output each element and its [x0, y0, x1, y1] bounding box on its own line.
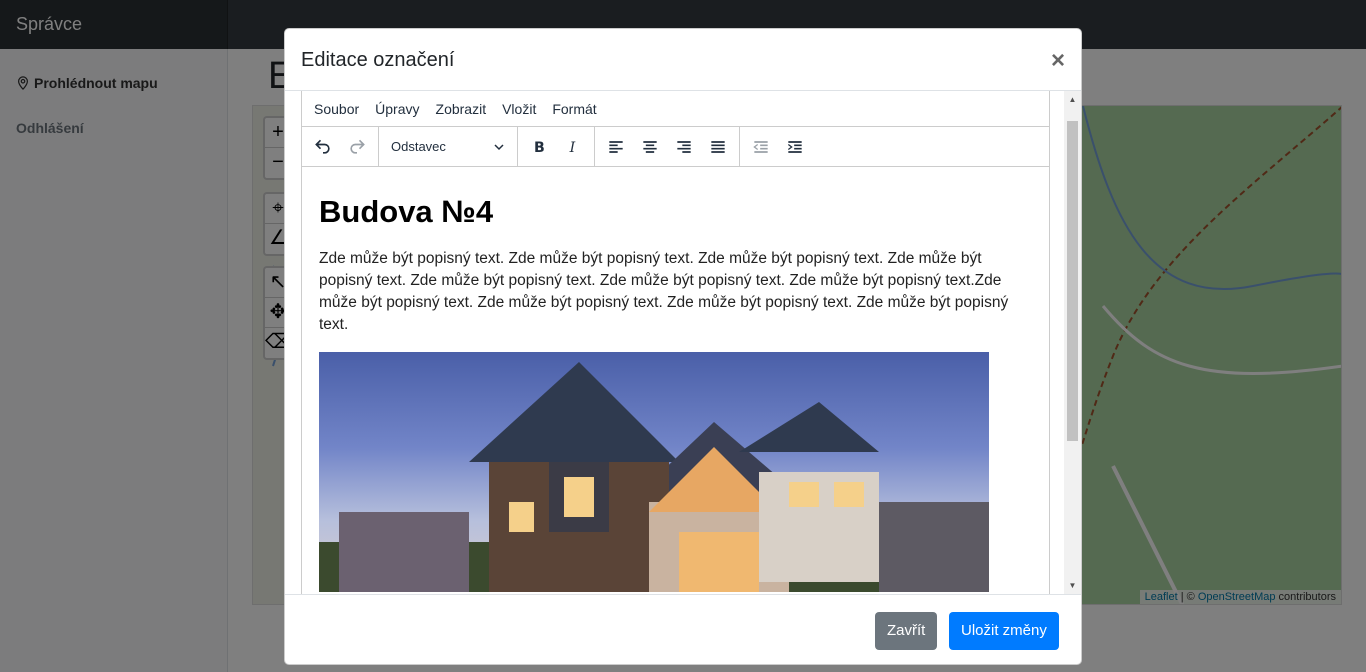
modal-title: Editace označení [301, 49, 455, 71]
redo-icon[interactable] [340, 130, 374, 164]
menu-file[interactable]: Soubor [306, 101, 367, 117]
save-button[interactable]: Uložit změny [949, 612, 1059, 650]
undo-icon[interactable] [306, 130, 340, 164]
align-center-icon[interactable] [633, 130, 667, 164]
rich-text-editor: Soubor Úpravy Zobrazit Vložit Formát Ods… [301, 91, 1050, 594]
menu-format[interactable]: Formát [544, 101, 604, 117]
scroll-down-icon[interactable]: ▼ [1064, 577, 1081, 594]
close-icon[interactable]: × [1051, 47, 1065, 75]
scroll-up-icon[interactable]: ▲ [1064, 91, 1081, 108]
align-left-icon[interactable] [599, 130, 633, 164]
modal-scrollbar[interactable]: ▲ ▼ [1064, 91, 1081, 594]
block-format-value: Odstavec [391, 139, 446, 154]
close-button[interactable]: Zavřít [875, 612, 938, 650]
modal-footer: Zavřít Uložit změny [285, 594, 1081, 664]
chevron-down-icon [494, 143, 504, 150]
align-right-icon[interactable] [667, 130, 701, 164]
house-image[interactable] [319, 352, 989, 592]
modal-header: Editace označení × [285, 29, 1081, 91]
edit-marker-modal: Editace označení × Soubor Úpravy Zobrazi… [284, 28, 1082, 665]
bold-icon[interactable]: B [522, 130, 556, 164]
block-format-select[interactable]: Odstavec [383, 130, 513, 164]
svg-text:I: I [569, 140, 576, 156]
menu-insert[interactable]: Vložit [494, 101, 544, 117]
content-heading: Budova №4 [319, 194, 494, 229]
align-group [595, 126, 740, 167]
house-illustration [319, 362, 989, 592]
indent-icon[interactable] [778, 130, 812, 164]
editor-menubar: Soubor Úpravy Zobrazit Vložit Formát [302, 91, 1049, 127]
align-justify-icon[interactable] [701, 130, 735, 164]
italic-icon[interactable]: I [556, 130, 590, 164]
editor-content[interactable]: Budova №4 Zde může být popisný text. Zde… [302, 167, 1049, 594]
content-paragraph: Zde může být popisný text. Zde může být … [319, 250, 1009, 333]
format-group: Odstavec [379, 126, 518, 167]
indent-group [740, 127, 816, 167]
editor-toolbar: Odstavec B I [302, 126, 1049, 167]
menu-edit[interactable]: Úpravy [367, 101, 427, 117]
history-group [302, 126, 379, 167]
modal-body: Soubor Úpravy Zobrazit Vložit Formát Ods… [285, 91, 1081, 594]
style-group: B I [518, 126, 595, 167]
scroll-thumb[interactable] [1067, 121, 1078, 441]
svg-text:B: B [534, 140, 545, 156]
outdent-icon[interactable] [744, 130, 778, 164]
menu-view[interactable]: Zobrazit [428, 101, 495, 117]
